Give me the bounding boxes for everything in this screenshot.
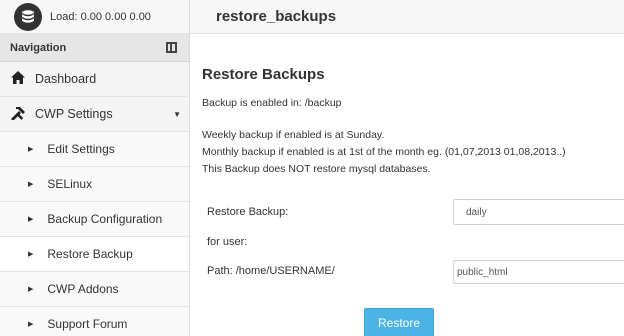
navigation-heading: Navigation xyxy=(0,34,189,62)
sidebar-item-label: Edit Settings xyxy=(47,142,115,156)
page-title: restore_backups xyxy=(216,8,337,25)
sidebar-item-label: CWP Settings xyxy=(35,107,113,121)
triangle-right-icon: ▶ xyxy=(28,216,34,223)
sidebar-item-cwp-settings[interactable]: CWP Settings ▼ xyxy=(0,97,189,132)
triangle-right-icon: ▶ xyxy=(28,181,34,188)
triangle-right-icon: ▶ xyxy=(28,286,34,293)
sidebar-item-label: Support Forum xyxy=(47,317,128,331)
restore-button[interactable]: Restore xyxy=(364,308,434,336)
tools-icon xyxy=(8,106,28,123)
page-header: restore_backups xyxy=(190,0,624,34)
brand-bar: Load: 0.00 0.00 0.00 xyxy=(0,0,189,34)
sidebar-item-label: Backup Configuration xyxy=(47,212,163,226)
sidebar-item-label: Restore Backup xyxy=(47,247,133,261)
sidebar-item-dashboard[interactable]: Dashboard xyxy=(0,62,189,97)
sidebar-item-backup-configuration[interactable]: ▶ Backup Configuration xyxy=(0,202,189,237)
sidebar-item-label: CWP Addons xyxy=(47,282,119,296)
sidebar-item-label: SELinux xyxy=(47,177,93,191)
sidebar-item-support-forum[interactable]: ▶ Support Forum xyxy=(0,307,189,336)
triangle-right-icon: ▶ xyxy=(28,146,34,153)
restore-backup-label: Restore Backup: xyxy=(207,206,289,218)
caret-down-icon: ▼ xyxy=(173,109,181,119)
mysql-warning-text: This Backup does NOT restore mysql datab… xyxy=(202,163,431,175)
path-input[interactable]: public_html xyxy=(453,260,624,284)
sidebar-item-restore-backup[interactable]: ▶ Restore Backup xyxy=(0,237,189,272)
for-user-label: for user: xyxy=(207,236,248,248)
path-input-value: public_html xyxy=(457,266,508,278)
database-icon xyxy=(14,2,42,31)
monthly-info-text: Monthly backup if enabled is at 1st of t… xyxy=(202,146,566,158)
sidebar-item-label: Dashboard xyxy=(35,72,97,86)
restore-backup-selected-value: daily xyxy=(466,206,487,218)
sidebar: Load: 0.00 0.00 0.00 Navigation Dashboar… xyxy=(0,0,190,336)
weekly-info-text: Weekly backup if enabled is at Sunday. xyxy=(202,129,385,141)
sidebar-item-cwp-addons[interactable]: ▶ CWP Addons xyxy=(0,272,189,307)
home-icon xyxy=(8,71,28,87)
restore-backup-select[interactable]: daily xyxy=(453,199,624,225)
collapse-icon[interactable] xyxy=(166,42,177,53)
section-title: Restore Backups xyxy=(202,66,325,83)
backup-location-text: Backup is enabled in: /backup xyxy=(202,97,342,109)
navigation-label: Navigation xyxy=(10,41,67,54)
triangle-right-icon: ▶ xyxy=(28,251,34,258)
sidebar-item-edit-settings[interactable]: ▶ Edit Settings xyxy=(0,132,189,167)
main-content: Restore Backups Backup is enabled in: /b… xyxy=(190,34,624,336)
server-load: Load: 0.00 0.00 0.00 xyxy=(50,10,151,23)
path-label: Path: /home/USERNAME/ xyxy=(207,265,335,277)
sidebar-item-selinux[interactable]: ▶ SELinux xyxy=(0,167,189,202)
triangle-right-icon: ▶ xyxy=(28,321,34,328)
